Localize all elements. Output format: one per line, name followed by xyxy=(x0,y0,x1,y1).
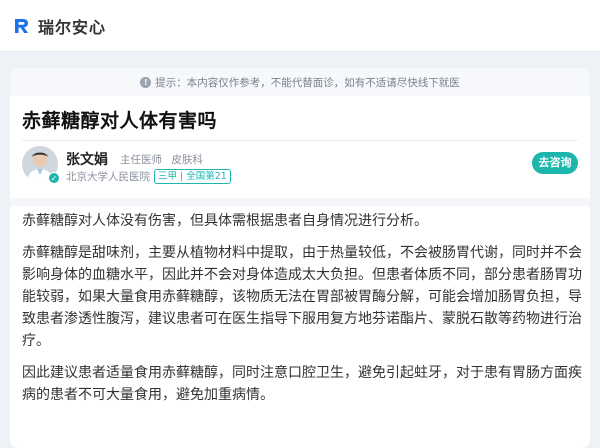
divider xyxy=(22,140,578,141)
info-icon: ! xyxy=(140,76,152,88)
disclaimer-notice: ! 提示：本内容仅作参考，不能代替面诊，如有不适请尽快线下就医 xyxy=(10,68,590,96)
section-divider xyxy=(10,198,590,206)
brand-name[interactable]: 瑞尔安心 xyxy=(38,14,106,38)
top-bar: 瑞尔安心 xyxy=(0,0,600,52)
article-title: 赤藓糖醇对人体有害吗 xyxy=(22,110,218,132)
doctor-title: 主任医师 xyxy=(120,154,162,166)
paragraph: 赤藓糖醇是甜味剂，主要从植物材料中提取，由于热量较低，不会被肠胃代谢，同时并不会… xyxy=(22,245,582,349)
doctor-name[interactable]: 张文娟 xyxy=(66,149,108,169)
article-body: 赤藓糖醇对人体没有伤害，但具体需根据患者自身情况进行分析。 赤藓糖醇是甜味剂，主… xyxy=(22,210,582,416)
hospital-row: 北京大学人民医院 三甲 | 全国第21 xyxy=(66,169,231,184)
notice-text: 提示：本内容仅作参考，不能代替面诊，如有不适请尽快线下就医 xyxy=(155,76,460,89)
article-card: ! 提示：本内容仅作参考，不能代替面诊，如有不适请尽快线下就医 赤藓糖醇对人体有… xyxy=(10,68,590,448)
paragraph: 赤藓糖醇对人体没有伤害，但具体需根据患者自身情况进行分析。 xyxy=(22,213,428,229)
hospital-name[interactable]: 北京大学人民医院 xyxy=(66,169,150,184)
hospital-grade-badge: 三甲 | 全国第21 xyxy=(154,169,231,184)
consult-button[interactable]: 去咨询 xyxy=(532,152,578,174)
paragraph: 因此建议患者适量食用赤藓糖醇，同时注意口腔卫生，避免引起蛀牙，对于患有胃肠方面疾… xyxy=(22,365,582,403)
doctor-department: 皮肤科 xyxy=(171,154,203,166)
doctor-meta: 主任医师 皮肤科 xyxy=(120,152,209,167)
verified-icon: ✓ xyxy=(48,172,60,184)
r-logo-icon[interactable] xyxy=(12,17,30,35)
